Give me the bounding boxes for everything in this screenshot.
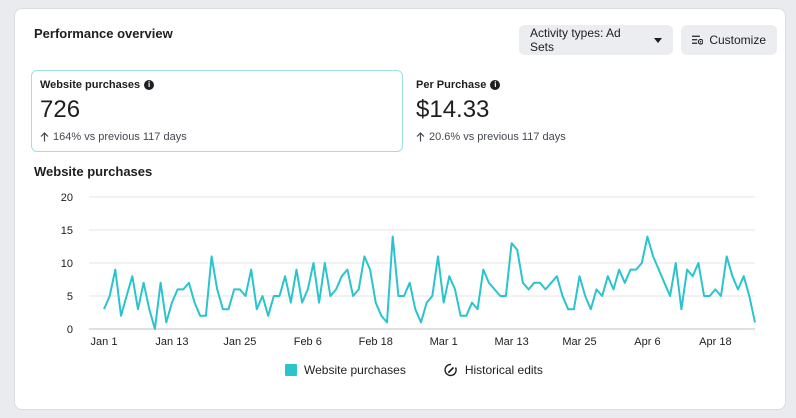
metric-value: 726 — [40, 96, 81, 123]
x-tick-label: Apr 18 — [699, 336, 731, 348]
performance-overview-card: Performance overview Activity types: Ad … — [14, 8, 786, 410]
metric-label-row: Website purchases i — [40, 79, 394, 91]
legend-edits-label: Historical edits — [464, 363, 543, 377]
historical-edits-icon — [444, 363, 457, 377]
metric-label-row: Per Purchase i — [416, 79, 758, 91]
legend-historical-edits[interactable]: Historical edits — [444, 363, 543, 377]
arrow-up-icon — [416, 132, 425, 142]
card-title: Performance overview — [34, 26, 173, 41]
caret-down-icon — [654, 37, 662, 43]
metric-per-purchase[interactable]: Per Purchase i $14.33 20.6% vs previous … — [407, 70, 767, 152]
x-tick-label: Mar 13 — [494, 336, 528, 348]
series-line-website-purchases[interactable] — [103, 235, 756, 330]
x-tick-label: Jan 25 — [223, 336, 256, 348]
metric-change: 20.6% vs previous 117 days — [429, 131, 566, 143]
metric-website-purchases[interactable]: Website purchases i 726 164% vs previous… — [31, 70, 403, 152]
chart-title: Website purchases — [34, 164, 153, 179]
y-tick-label: 5 — [67, 291, 73, 303]
series-swatch — [285, 364, 297, 376]
x-tick-label: Feb 18 — [359, 336, 393, 348]
chart-legend: Website purchases Historical edits — [285, 363, 543, 377]
x-tick-label: Mar 1 — [430, 336, 458, 348]
legend-series-label: Website purchases — [304, 363, 406, 377]
x-tick-label: Mar 25 — [562, 336, 596, 348]
x-tick-label: Apr 6 — [634, 336, 660, 348]
x-tick-label: Jan 1 — [91, 336, 118, 348]
y-tick-label: 10 — [61, 258, 73, 270]
x-tick-label: Feb 6 — [294, 336, 322, 348]
metric-change: 164% vs previous 117 days — [53, 131, 187, 143]
activity-types-dropdown[interactable]: Activity types: Ad Sets — [519, 25, 673, 55]
customize-label: Customize — [709, 33, 766, 47]
metric-value: $14.33 — [416, 96, 490, 123]
customize-icon — [692, 35, 704, 45]
metric-change-row: 20.6% vs previous 117 days — [416, 131, 758, 143]
x-tick-label: Jan 13 — [155, 336, 188, 348]
customize-button[interactable]: Customize — [681, 25, 777, 55]
y-tick-label: 20 — [61, 192, 73, 204]
info-icon[interactable]: i — [144, 80, 155, 90]
y-tick-label: 0 — [67, 324, 73, 336]
info-icon[interactable]: i — [490, 80, 501, 90]
activity-types-label: Activity types: Ad Sets — [530, 26, 621, 54]
legend-website-purchases[interactable]: Website purchases — [285, 363, 406, 377]
y-tick-label: 15 — [61, 225, 73, 237]
metric-change-row: 164% vs previous 117 days — [40, 131, 394, 143]
arrow-up-icon — [40, 132, 49, 142]
metric-label: Per Purchase — [416, 79, 487, 91]
metric-label: Website purchases — [40, 79, 141, 91]
purchases-line-chart: 0 5 10 15 20 Jan 1 Jan 13 Jan 25 Feb 6 Feb 18 Mar … — [61, 192, 756, 348]
